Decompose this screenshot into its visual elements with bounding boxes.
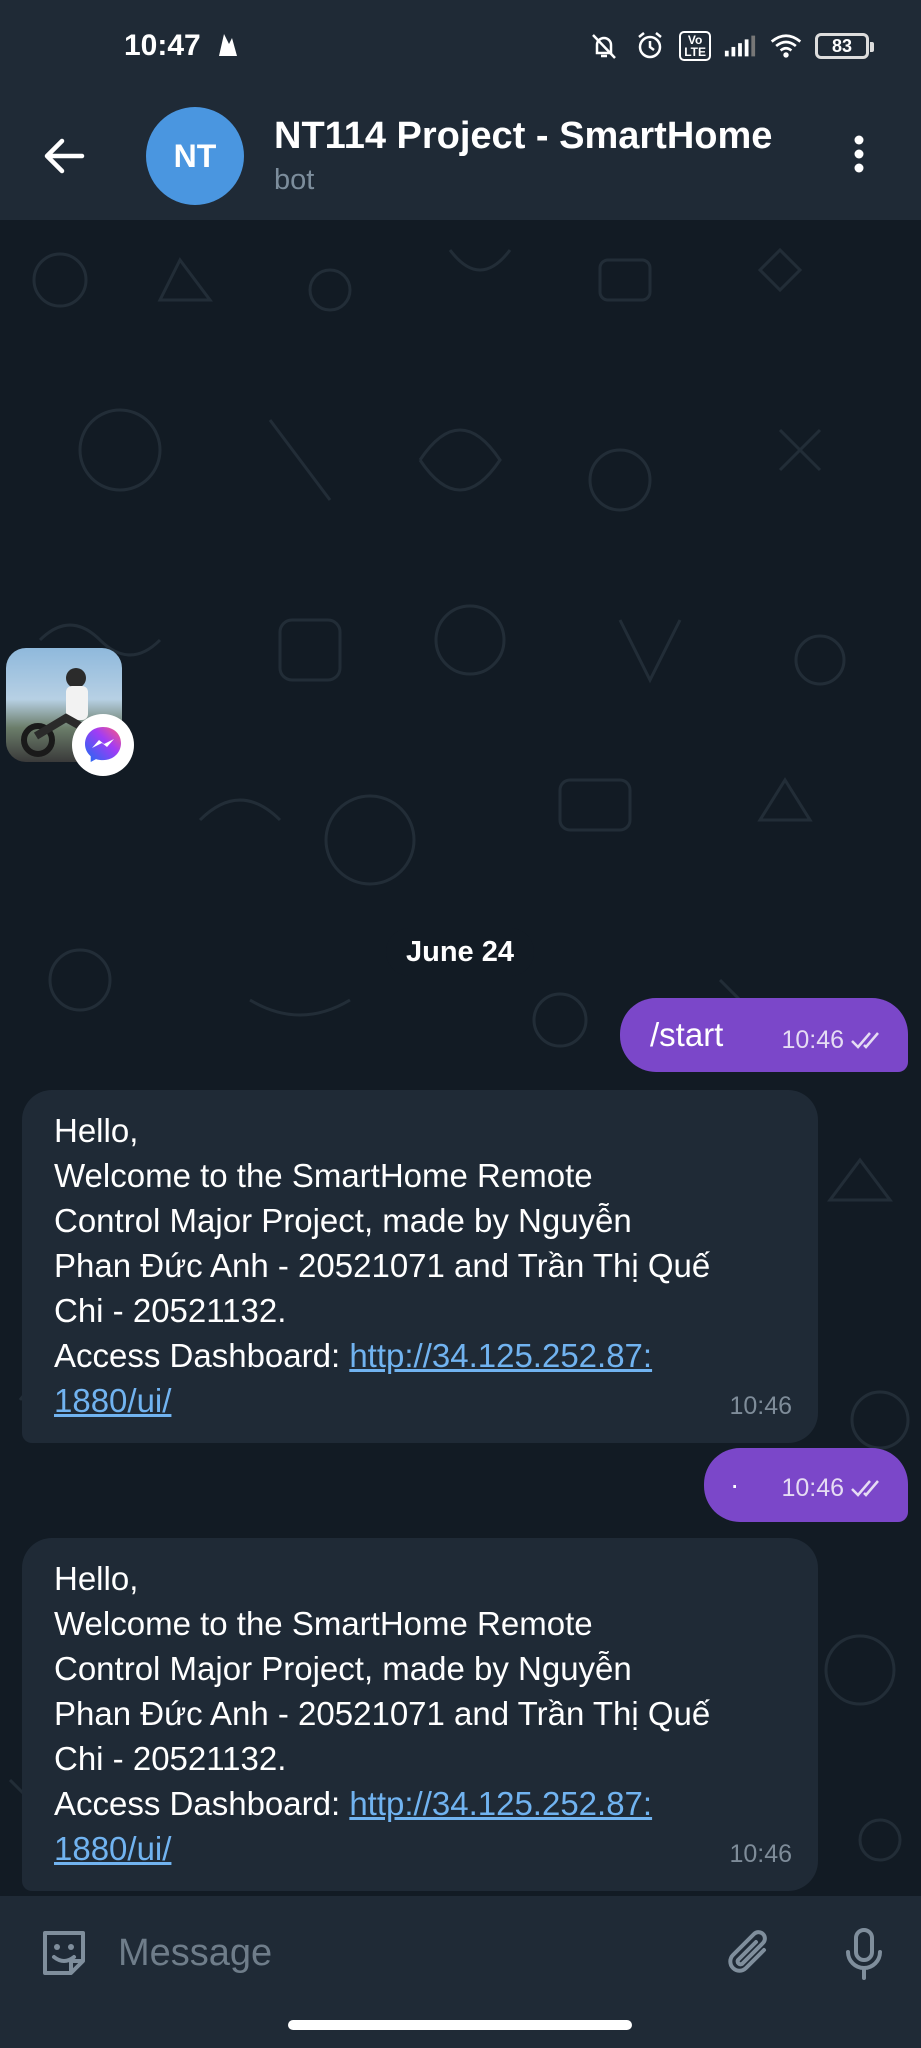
message-line: Welcome to the SmartHome Remote — [54, 1605, 593, 1642]
outgoing-message[interactable]: /start 10:46 — [620, 998, 908, 1072]
back-button[interactable] — [28, 120, 100, 192]
battery-icon: 83 — [815, 33, 874, 59]
dashboard-link[interactable]: http://34.125.252.87: — [349, 1785, 652, 1822]
message-line: Phan Đức Anh - 20521071 and Trần Thị Quế — [54, 1695, 711, 1732]
message-line: 1880/ui/ — [54, 1378, 788, 1423]
message-line: Hello, — [54, 1560, 139, 1597]
status-left: 10:47 — [124, 29, 245, 63]
emoji-button[interactable] — [34, 1924, 94, 1984]
message-text: /start — [650, 1016, 724, 1053]
double-check-icon — [851, 1480, 879, 1497]
message-meta: 10:46 — [781, 1474, 886, 1503]
wifi-icon — [769, 29, 803, 63]
chat-subtitle: bot — [274, 164, 315, 196]
alarm-icon — [633, 29, 667, 63]
signal-icon — [723, 29, 757, 63]
message-meta: 10:46 — [781, 1026, 886, 1055]
dashboard-label: Access Dashboard: — [54, 1785, 350, 1822]
dashboard-link[interactable]: http://34.125.252.87: — [349, 1337, 652, 1374]
message-line: Control Major Project, made by Nguyễn — [54, 1650, 632, 1687]
volte-icon: Vo LTE — [679, 31, 711, 61]
status-right: Vo LTE 83 — [587, 29, 874, 63]
message-time: 10:46 — [729, 1392, 792, 1420]
message-time: 10:46 — [729, 1840, 792, 1868]
incoming-message[interactable]: Hello, Welcome to the SmartHome Remote C… — [22, 1538, 818, 1891]
messenger-icon[interactable] — [72, 714, 134, 776]
status-bar: 10:47 Vo LTE 83 — [0, 0, 921, 92]
message-input-bar — [0, 1896, 921, 2010]
message-line: 1880/ui/ — [54, 1826, 788, 1871]
paperclip-icon — [728, 1930, 767, 1973]
message-line: Hello, — [54, 1112, 139, 1149]
outgoing-message[interactable]: · 10:46 — [704, 1448, 908, 1522]
message-time: 10:46 — [781, 1025, 844, 1054]
chat-area[interactable]: June 24 /start 10:46 Hello, Welcome to t… — [0, 220, 921, 1896]
arrow-left-icon — [44, 138, 85, 174]
more-menu-button[interactable] — [827, 122, 891, 186]
double-check-icon — [851, 1032, 879, 1049]
message-line: Access Dashboard: http://34.125.252.87: — [54, 1781, 788, 1826]
avatar[interactable]: NT — [146, 107, 244, 205]
message-line: Welcome to the SmartHome Remote — [54, 1157, 593, 1194]
dashboard-label: Access Dashboard: — [54, 1337, 350, 1374]
message-input[interactable] — [118, 1918, 678, 1988]
chat-title-block[interactable]: NT114 Project - SmartHome bot — [274, 115, 814, 197]
more-vertical-icon — [854, 135, 864, 173]
date-separator: June 24 — [386, 928, 534, 976]
message-line: Control Major Project, made by Nguyễn — [54, 1202, 632, 1239]
microphone-icon — [846, 1928, 882, 1980]
bell-off-icon — [587, 29, 621, 63]
microphone-button[interactable] — [832, 1922, 896, 1986]
system-navigation-bar — [0, 2010, 921, 2048]
home-indicator[interactable] — [288, 2020, 632, 2030]
dashboard-link[interactable]: 1880/ui/ — [54, 1830, 171, 1867]
message-time: 10:46 — [781, 1473, 844, 1502]
dashboard-link[interactable]: 1880/ui/ — [54, 1382, 171, 1419]
message-line: Access Dashboard: http://34.125.252.87: — [54, 1333, 788, 1378]
chat-header: NT NT114 Project - SmartHome bot — [0, 92, 921, 220]
message-line: Phan Đức Anh - 20521071 and Trần Thị Quế — [54, 1247, 711, 1284]
status-time: 10:47 — [124, 29, 201, 62]
chat-title: NT114 Project - SmartHome — [274, 115, 773, 157]
attach-button[interactable] — [718, 1922, 782, 1986]
firebase-icon — [211, 29, 245, 63]
message-line: Chi - 20521132. — [54, 1292, 287, 1329]
sticker-emoji-icon — [43, 1931, 85, 1975]
message-text: · — [730, 1469, 740, 1500]
incoming-message[interactable]: Hello, Welcome to the SmartHome Remote C… — [22, 1090, 818, 1443]
message-line: Chi - 20521132. — [54, 1740, 287, 1777]
